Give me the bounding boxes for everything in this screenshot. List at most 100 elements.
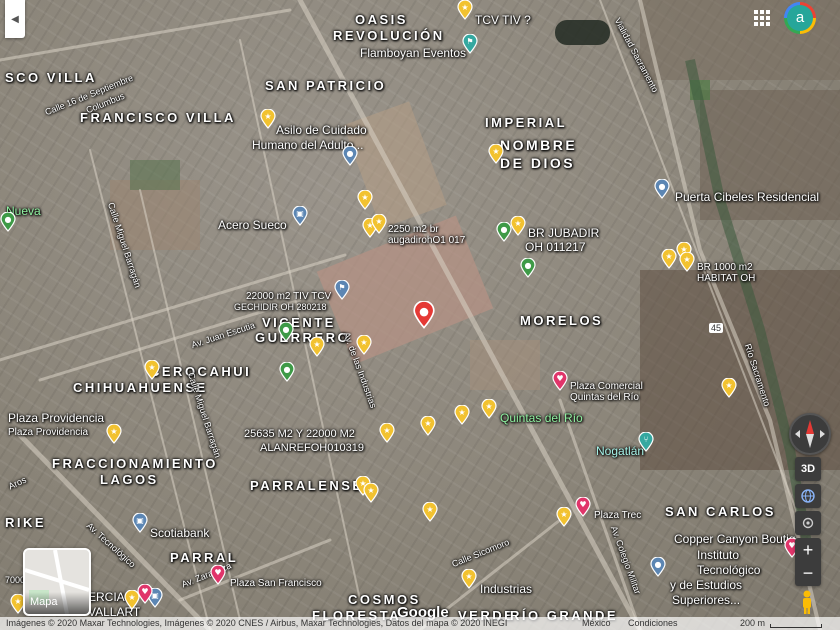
my-location-button[interactable] <box>795 511 821 535</box>
svg-text:★: ★ <box>426 505 433 514</box>
map-marker-flag-icon[interactable]: ⚑ <box>332 280 352 300</box>
poi-quintas-label[interactable]: Quintas del Río <box>500 411 583 425</box>
neighborhood-nombre: NOMBRE <box>500 137 578 153</box>
map-marker-star-icon[interactable]: ★ <box>420 502 440 522</box>
poi-22000-label-2[interactable]: GECHIDIR OH 280218 <box>234 302 327 313</box>
neighborhood-vicente: VICENTE <box>262 315 336 330</box>
map-layer-toggle[interactable]: Mapa <box>23 548 91 616</box>
zoom-out-button[interactable]: − <box>803 562 814 586</box>
poi-instituto-label-4[interactable]: Superiores... <box>672 593 740 607</box>
minimap-label: Mapa <box>30 596 58 608</box>
map-marker-star-icon[interactable]: ★ <box>104 424 124 444</box>
map-marker-circle-icon[interactable]: ● <box>494 222 514 242</box>
poi-22000-label-1[interactable]: 22000 m2 TIV TCV <box>246 291 331 302</box>
scale-label: 200 m <box>740 618 766 628</box>
poi-25635-label-1[interactable]: 25635 M2 Y 22000 M2 <box>244 429 355 440</box>
map-marker-star-icon[interactable]: ★ <box>258 109 278 129</box>
map-marker-fork-icon[interactable]: ⑂ <box>636 432 656 452</box>
svg-text:♥: ♥ <box>141 587 148 596</box>
map-marker-star-icon[interactable]: ★ <box>361 483 381 503</box>
poi-copper-label[interactable]: Copper Canyon Boutiq <box>674 532 795 546</box>
poi-25635-label-2[interactable]: ALANREFOH010319 <box>260 443 364 454</box>
map-marker-star-icon[interactable]: ★ <box>455 0 475 20</box>
selected-location-pin-icon[interactable]: ● <box>410 300 438 329</box>
map-marker-heart-icon[interactable]: ♥ <box>208 565 228 585</box>
poi-instituto-label-1[interactable]: Instituto <box>697 548 739 562</box>
map-marker-star-icon[interactable]: ★ <box>486 144 506 164</box>
poi-plaza-providencia-label-2[interactable]: Plaza Providencia <box>8 427 88 438</box>
neighborhood-cerocahui: CEROCAHUI <box>150 364 252 379</box>
map-marker-star-icon[interactable]: ★ <box>369 214 389 234</box>
map-marker-circle-icon[interactable]: ● <box>340 146 360 166</box>
globe-button[interactable] <box>795 484 821 508</box>
poi-2250-label-1[interactable]: 2250 m2 br <box>388 224 439 235</box>
avatar[interactable]: a <box>787 5 813 31</box>
neighborhood-morelos: MORELOS <box>520 313 604 328</box>
poi-puerta-label[interactable]: Puerta Cibeles Residencial <box>675 190 819 204</box>
compass[interactable] <box>789 413 831 455</box>
poi-jubadir-label-2[interactable]: OH 011217 <box>525 240 586 254</box>
poi-plaza-comercial-label-1[interactable]: Plaza Comercial <box>570 381 643 392</box>
map-marker-circle-icon[interactable]: ● <box>277 362 297 382</box>
svg-text:♥: ♥ <box>556 374 563 383</box>
map-marker-star-icon[interactable]: ★ <box>355 190 375 210</box>
map-marker-heart-icon[interactable]: ♥ <box>550 371 570 391</box>
svg-text:⚑: ⚑ <box>466 37 473 46</box>
map-marker-circle-icon[interactable]: ● <box>648 557 668 577</box>
map-marker-circle-icon[interactable]: ● <box>276 322 296 342</box>
svg-text:★: ★ <box>367 486 374 495</box>
poi-instituto-label-3[interactable]: y de Estudios <box>670 578 742 592</box>
map-marker-star-icon[interactable]: ★ <box>418 416 438 436</box>
map-marker-heart-icon[interactable]: ♥ <box>573 497 593 517</box>
map-marker-bag-icon[interactable]: ▣ <box>130 513 150 533</box>
scale-bar <box>770 624 822 628</box>
poi-acero-label[interactable]: Acero Sueco <box>218 218 287 232</box>
map-marker-star-icon[interactable]: ★ <box>307 337 327 357</box>
map-marker-star-icon[interactable]: ★ <box>719 378 739 398</box>
svg-text:●: ● <box>347 149 354 158</box>
pegman-button[interactable] <box>793 588 821 616</box>
poi-plaza-sf-label[interactable]: Plaza San Francisco <box>230 578 322 589</box>
neighborhood-lagos: LAGOS <box>100 472 159 487</box>
satellite-map[interactable]: OASIS REVOLUCIÓN SCO VILLA FRANCISCO VIL… <box>0 0 840 630</box>
neighborhood-guerrero: GUERRERO <box>255 330 351 345</box>
map-marker-star-icon[interactable]: ★ <box>459 569 479 589</box>
map-marker-flag-icon[interactable]: ⚑ <box>460 34 480 54</box>
poi-asilo-label-1[interactable]: Asilo de Cuidado <box>276 123 367 137</box>
account-avatar-ring[interactable]: a <box>784 2 816 34</box>
map-marker-star-icon[interactable]: ★ <box>377 423 397 443</box>
map-marker-heart-icon[interactable]: ♥ <box>135 584 155 604</box>
poi-jubadir-label-1[interactable]: BR JUBADIR <box>528 226 599 240</box>
poi-br1000-label-2[interactable]: HABITAT OH <box>697 273 755 284</box>
map-marker-star-icon[interactable]: ★ <box>354 335 374 355</box>
map-marker-star-icon[interactable]: ★ <box>452 405 472 425</box>
zoom-in-button[interactable]: + <box>803 538 814 562</box>
map-marker-circle-icon[interactable]: ● <box>0 212 18 232</box>
poi-scotiabank-label[interactable]: Scotiabank <box>150 526 209 540</box>
zoom-control: + − <box>795 538 821 586</box>
poi-plaza-providencia-label-1[interactable]: Plaza Providencia <box>8 411 104 425</box>
map-marker-circle-icon[interactable]: ● <box>652 179 672 199</box>
poi-industrias-label[interactable]: Industrias <box>480 582 532 596</box>
map-marker-star-icon[interactable]: ★ <box>554 507 574 527</box>
poi-instituto-label-2[interactable]: Tecnológico <box>697 563 760 577</box>
poi-2250-label-2[interactable]: augadirohO1 017 <box>388 235 465 246</box>
3d-button[interactable]: 3D <box>795 457 821 481</box>
poi-tcv-label[interactable]: TCV TIV ? <box>475 13 531 27</box>
poi-plaza-trec-label[interactable]: Plaza Trec <box>594 510 641 521</box>
attribution-text: Imágenes © 2020 Maxar Technologies, Imág… <box>6 618 508 628</box>
map-marker-bag-icon[interactable]: ▣ <box>290 206 310 226</box>
neighborhood-san-carlos: SAN CARLOS <box>665 504 776 519</box>
apps-grid-icon[interactable] <box>752 8 772 28</box>
map-marker-star-icon[interactable]: ★ <box>479 399 499 419</box>
svg-text:★: ★ <box>313 340 320 349</box>
map-marker-circle-icon[interactable]: ● <box>518 258 538 278</box>
neighborhood-revolucion: REVOLUCIÓN <box>333 28 445 43</box>
map-marker-star-icon[interactable]: ★ <box>677 252 697 272</box>
poi-plaza-comercial-label-2[interactable]: Quintas del Río <box>570 392 639 403</box>
poi-br1000-label-1[interactable]: BR 1000 m2 <box>697 262 753 273</box>
collapse-panel-button[interactable]: ◀ <box>5 0 25 38</box>
conditions-link[interactable]: Condiciones <box>628 617 678 630</box>
poi-flamboyan-label[interactable]: Flamboyan Eventos <box>360 46 466 60</box>
map-marker-star-icon[interactable]: ★ <box>142 360 162 380</box>
